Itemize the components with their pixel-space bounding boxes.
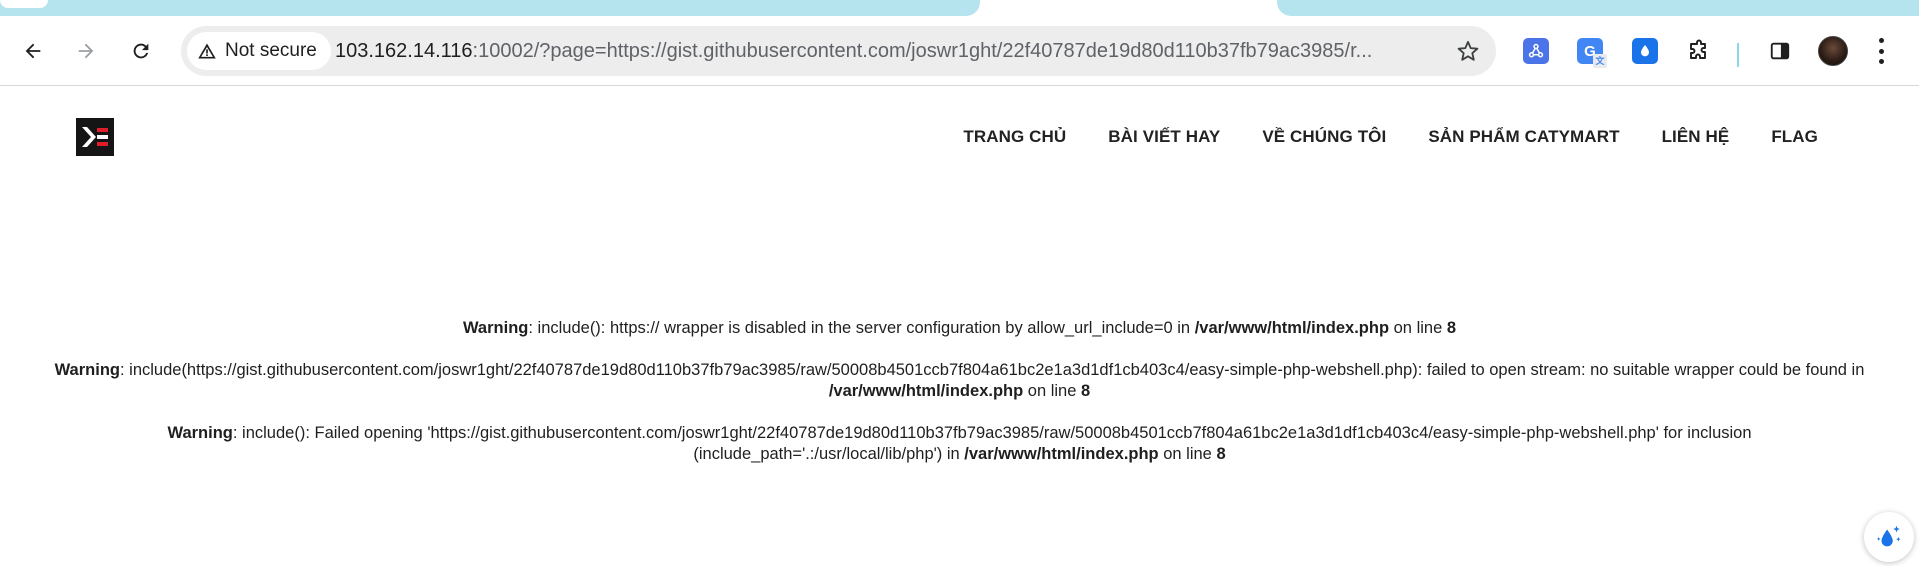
side-panel-button[interactable] <box>1765 36 1795 66</box>
puzzle-piece-icon <box>1690 39 1706 59</box>
forward-button[interactable] <box>68 33 104 69</box>
share-nodes-icon <box>1523 38 1549 64</box>
warning-message: Warning: include(): https:// wrapper is … <box>0 318 1919 339</box>
warning-line-number: 8 <box>1216 445 1226 463</box>
warning-line-number: 8 <box>1080 382 1091 400</box>
warning-file: /var/www/html/index.php <box>828 382 1024 400</box>
translate-icon: G 文 <box>1577 38 1607 68</box>
tab-stub[interactable] <box>0 0 48 8</box>
warning-message: Warning: include(): Failed opening 'http… <box>0 423 1919 465</box>
bookmark-star-icon[interactable] <box>1456 39 1480 63</box>
nav-item-trang-chu[interactable]: TRANG CHỦ <box>963 127 1066 147</box>
url-rest: :10002/?page=https://gist.githubusercont… <box>472 40 1373 62</box>
menu-dot-icon <box>1878 48 1884 54</box>
share-extension-button[interactable] <box>1521 36 1551 66</box>
address-bar[interactable]: Not secure 103.162.14.116:10002/?page=ht… <box>181 26 1496 76</box>
nav-item-bai-viet-hay[interactable]: BÀI VIẾT HAY <box>1108 127 1220 147</box>
inactive-tab-area-left[interactable] <box>0 0 980 16</box>
side-panel-icon <box>1770 42 1790 60</box>
warning-label: Warning <box>54 361 120 379</box>
php-warnings: Warning: include(): https:// wrapper is … <box>0 318 1919 486</box>
profile-avatar[interactable] <box>1818 36 1848 66</box>
site-logo[interactable] <box>76 118 114 156</box>
site-main-nav: TRANG CHỦ BÀI VIẾT HAY VỀ CHÚNG TÔI SẢN … <box>963 127 1818 147</box>
arrow-right-icon <box>78 43 94 59</box>
warning-on-line: on line <box>1389 319 1447 337</box>
sparkle-drop-icon <box>1876 525 1901 547</box>
security-label: Not secure <box>225 40 317 61</box>
nav-item-ve-chung-toi[interactable]: VỀ CHÚNG TÔI <box>1262 127 1386 147</box>
warning-label: Warning <box>167 424 233 442</box>
inactive-tab-area-right[interactable] <box>1277 0 1919 16</box>
logo-mark-icon <box>76 118 114 156</box>
tab-strip <box>0 0 1919 16</box>
url-host: 103.162.14.116 <box>335 40 473 62</box>
google-translate-extension-button[interactable]: G 文 <box>1575 36 1607 68</box>
warning-triangle-icon <box>198 43 216 59</box>
browser-menu-button[interactable] <box>1876 38 1886 64</box>
floating-assistant-button[interactable] <box>1864 512 1914 562</box>
browser-toolbar: Not secure 103.162.14.116:10002/?page=ht… <box>0 16 1919 86</box>
warning-on-line: on line <box>1023 382 1081 400</box>
warning-text: : include(https://gist.githubusercontent… <box>119 361 1865 379</box>
toolbar-divider <box>1737 43 1739 67</box>
security-indicator-chip[interactable]: Not secure <box>187 32 331 70</box>
reload-icon <box>133 43 149 59</box>
warning-on-line: on line <box>1158 445 1217 463</box>
menu-dot-icon <box>1878 38 1884 43</box>
extensions-button[interactable] <box>1684 36 1714 66</box>
url-text[interactable]: 103.162.14.116:10002/?page=https://gist.… <box>335 26 1435 76</box>
back-button[interactable] <box>15 33 51 69</box>
water-drop-extension-button[interactable] <box>1630 36 1660 66</box>
warning-file: /var/www/html/index.php <box>1194 319 1390 337</box>
warning-label: Warning <box>462 319 529 337</box>
warning-file: /var/www/html/index.php <box>964 445 1159 463</box>
warning-message: Warning: include(https://gist.githubuser… <box>0 360 1919 402</box>
nav-item-lien-he[interactable]: LIÊN HỆ <box>1662 127 1730 147</box>
reload-button[interactable] <box>123 33 159 69</box>
arrow-left-icon <box>25 43 41 59</box>
water-drop-icon <box>1632 38 1658 64</box>
nav-item-flag[interactable]: FLAG <box>1771 127 1818 147</box>
warning-text: : include(): https:// wrapper is disable… <box>528 319 1195 337</box>
menu-dot-icon <box>1878 59 1884 64</box>
nav-item-san-pham-catymart[interactable]: SẢN PHẨM CATYMART <box>1428 127 1619 147</box>
warning-line-number: 8 <box>1446 319 1457 337</box>
